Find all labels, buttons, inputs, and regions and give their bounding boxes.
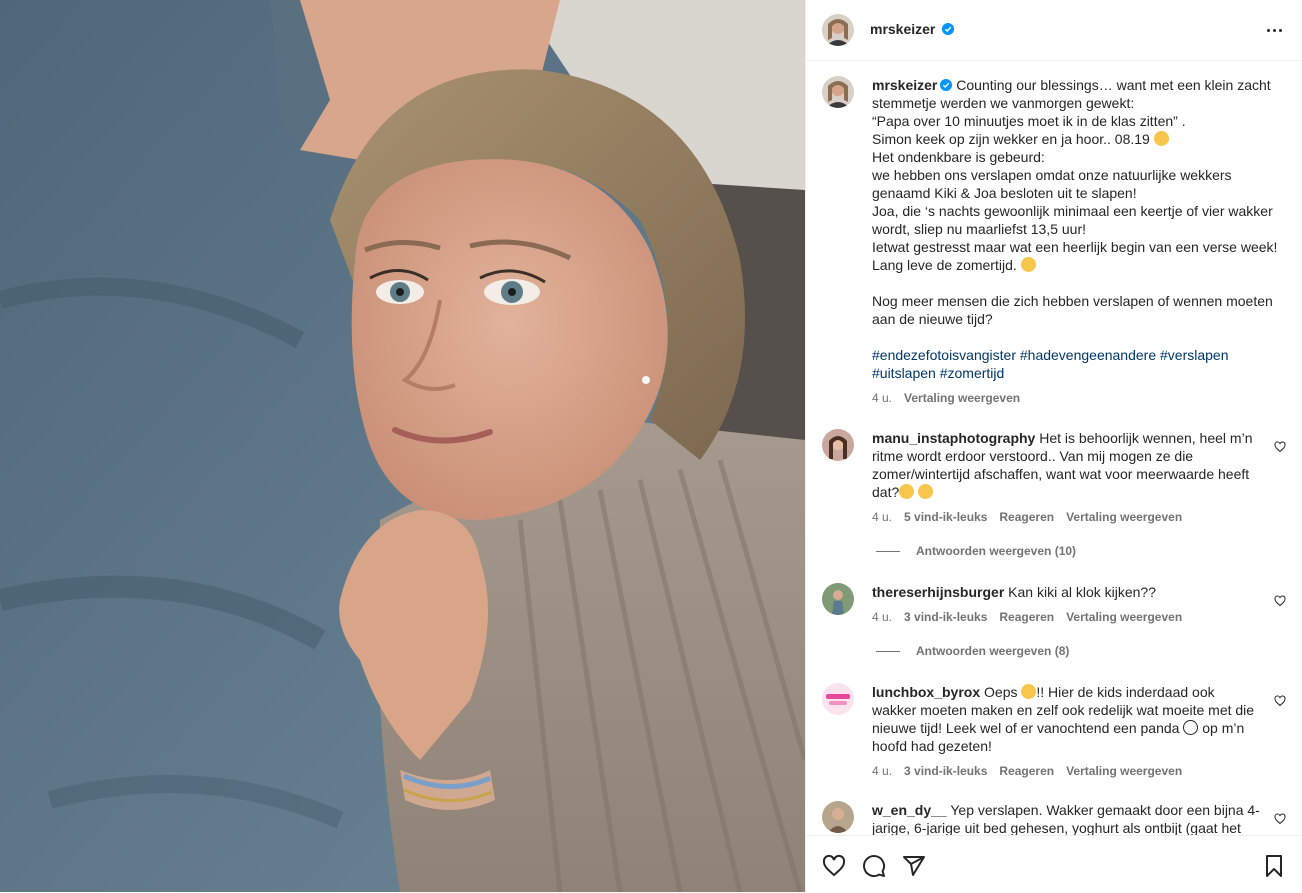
caption-translate-link[interactable]: Vertaling weergeven	[904, 391, 1020, 405]
comment-reply-button[interactable]: Reageren	[999, 764, 1054, 778]
share-button[interactable]	[902, 854, 926, 878]
view-replies-label[interactable]: Antwoorden weergeven (10)	[916, 544, 1076, 558]
more-options-button[interactable]	[1262, 18, 1286, 42]
comment-time: 4 u.	[872, 510, 893, 524]
replies-line	[876, 550, 900, 552]
grimacing-face-emoji-icon	[1021, 684, 1037, 699]
comment-time: 4 u.	[872, 764, 893, 778]
comment-time: 4 u.	[872, 610, 893, 624]
share-icon	[903, 856, 925, 876]
author-username-header[interactable]: mrskeizer	[870, 21, 955, 37]
caption-line: stemmetje werden we vanmorgen gewekt:	[872, 95, 1135, 111]
comment-body: lunchbox_byrox Oeps !! Hier de kids inde…	[872, 683, 1262, 779]
selfie-image	[0, 0, 805, 892]
comment-body: thereserhijnsburger Kan kiki al klok kij…	[872, 583, 1262, 625]
bookmark-icon	[1266, 855, 1282, 877]
comment-username[interactable]: lunchbox_byrox	[872, 684, 980, 700]
view-replies-label[interactable]: Antwoorden weergeven (8)	[916, 644, 1069, 658]
caption-line: Het ondenkbare is gebeurd:	[872, 149, 1045, 165]
comment-body: w_en_dy__ Yep verslapen. Wakker gemaakt …	[872, 801, 1262, 835]
comment-likes[interactable]: 3 vind-ik-leuks	[904, 610, 987, 624]
caption-line: Counting our blessings… want met een kle…	[956, 77, 1271, 93]
caption-line: Joa, die ‘s nachts gewoonlijk minimaal e…	[872, 203, 1273, 219]
caption-username[interactable]: mrskeizer	[872, 77, 937, 93]
comment-text: Oeps	[984, 684, 1018, 700]
more-icon-dot	[1272, 28, 1276, 32]
heart-icon[interactable]	[1274, 595, 1286, 607]
heart-icon[interactable]	[1274, 441, 1286, 453]
verified-icon	[942, 23, 955, 35]
thinking-face-emoji-icon	[899, 484, 915, 499]
post-photo[interactable]	[0, 0, 805, 892]
author-avatar[interactable]	[822, 14, 854, 46]
comment-reply-button[interactable]: Reageren	[999, 510, 1054, 524]
comment-username[interactable]: thereserhijnsburger	[872, 584, 1004, 600]
commenter-avatar[interactable]	[822, 583, 854, 615]
comment-text: Kan kiki al klok kijken??	[1008, 584, 1157, 600]
view-replies-button[interactable]: Antwoorden weergeven (8)	[876, 644, 1069, 658]
comment-translate-link[interactable]: Vertaling weergeven	[1066, 510, 1182, 524]
like-button[interactable]	[822, 854, 846, 878]
caption-line: “Papa over 10 minuutjes moet ik in de kl…	[872, 113, 1186, 129]
panda-emoji-icon	[1183, 720, 1199, 735]
comment-meta: 4 u. 3 vind-ik-leuks Reageren Vertaling wee…	[872, 763, 1262, 779]
more-icon	[1266, 28, 1270, 32]
smiling-face-emoji-icon	[1020, 257, 1036, 272]
comment-reply-button[interactable]: Reageren	[999, 610, 1054, 624]
caption-line: we hebben ons verslapen omdat onze natuu…	[872, 167, 1232, 183]
post-side-panel: mrskeizer mrskeizer Counting our blessin…	[805, 0, 1302, 892]
more-icon-dot	[1278, 28, 1282, 32]
comment-translate-link[interactable]: Vertaling weergeven	[1066, 610, 1182, 624]
comment-likes[interactable]: 5 vind-ik-leuks	[904, 510, 987, 524]
caption-question: Nog meer mensen die zich hebben verslape…	[872, 293, 1273, 327]
verified-icon	[940, 79, 953, 91]
caption-line: wordt, sliep nu maarliefst 13,5 uur!	[872, 221, 1086, 237]
view-replies-button[interactable]: Antwoorden weergeven (10)	[876, 544, 1076, 558]
caption-line: Lang leve de zomertijd.	[872, 257, 1017, 273]
caption-line: genaamd Kiki & Joa besloten uit te slape…	[872, 185, 1137, 201]
comment-body: manu_instaphotography Het is behoorlijk …	[872, 429, 1262, 525]
comment-meta: 4 u. 5 vind-ik-leuks Reageren Vertaling wee…	[872, 509, 1262, 525]
post-header: mrskeizer	[806, 0, 1302, 61]
confused-face-emoji-icon	[918, 484, 934, 499]
caption-meta: 4 u. Vertaling weergeven	[872, 390, 1286, 406]
caption-line: Simon keek op zijn wekker en ja hoor.. 0…	[872, 131, 1150, 147]
commenter-avatar[interactable]	[822, 429, 854, 461]
comment-likes[interactable]: 3 vind-ik-leuks	[904, 764, 987, 778]
caption-avatar[interactable]	[822, 76, 854, 108]
comment-button[interactable]	[862, 854, 886, 878]
post-actions-bar	[806, 835, 1302, 893]
worried-face-emoji-icon	[1153, 131, 1169, 146]
author-name-text[interactable]: mrskeizer	[870, 21, 935, 37]
replies-line	[876, 650, 900, 652]
heart-icon[interactable]	[1274, 813, 1286, 825]
comment-translate-link[interactable]: Vertaling weergeven	[1066, 764, 1182, 778]
comment-meta: 4 u. 3 vind-ik-leuks Reageren Vertaling wee…	[872, 609, 1262, 625]
heart-icon[interactable]	[1274, 695, 1286, 707]
caption-hashtags[interactable]: #uitslapen #zomertijd	[872, 365, 1004, 381]
commenter-avatar[interactable]	[822, 683, 854, 715]
caption-body: mrskeizer Counting our blessings… want m…	[872, 76, 1286, 406]
comment-icon	[863, 855, 886, 878]
comment-username[interactable]: w_en_dy__	[872, 802, 947, 818]
save-button[interactable]	[1262, 854, 1286, 878]
comments-list[interactable]: mrskeizer Counting our blessings… want m…	[806, 61, 1302, 835]
heart-icon	[822, 854, 846, 877]
caption-time: 4 u.	[872, 391, 893, 405]
comment-username[interactable]: manu_instaphotography	[872, 430, 1035, 446]
caption-line: Ietwat gestresst maar wat een heerlijk b…	[872, 239, 1278, 255]
caption-hashtags[interactable]: #endezefotoisvangister #hadevengeenander…	[872, 347, 1229, 363]
commenter-avatar[interactable]	[822, 801, 854, 833]
